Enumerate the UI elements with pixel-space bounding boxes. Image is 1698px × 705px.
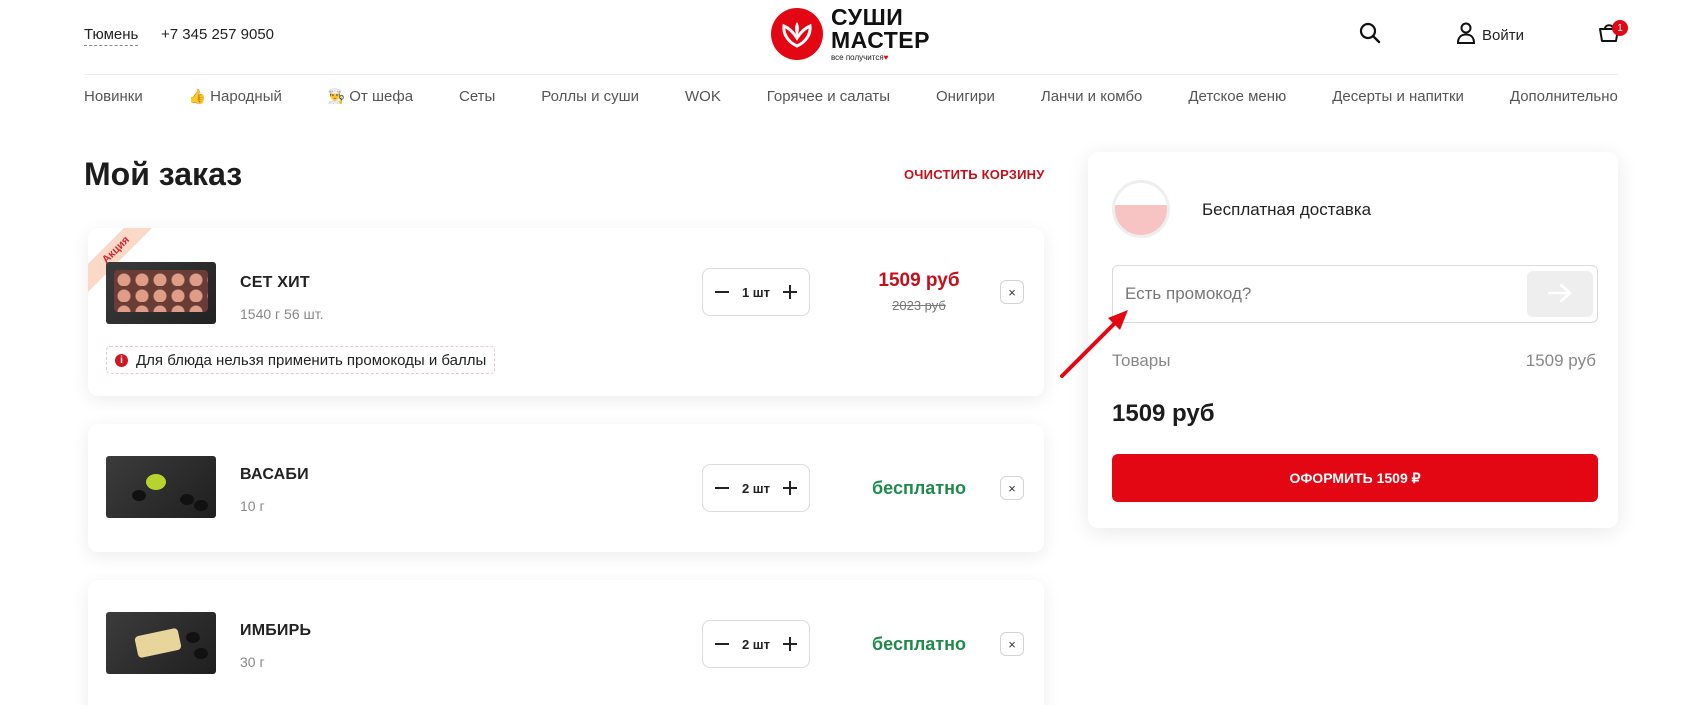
- remove-item-button[interactable]: ×: [1000, 632, 1024, 656]
- product-weight: 30 г: [240, 654, 265, 670]
- item-price: бесплатно: [872, 634, 966, 654]
- category-nav: Новинки 👍 Народный 👨‍🍳 От шефа Сеты Роллы …: [84, 88, 1618, 105]
- product-image[interactable]: [106, 262, 216, 324]
- nav-item-detskoe[interactable]: Детское меню: [1188, 88, 1286, 105]
- city-selector[interactable]: Тюмень: [84, 26, 139, 46]
- logo-line-1: СУШИ: [831, 4, 904, 30]
- product-image[interactable]: [106, 456, 216, 518]
- logo[interactable]: СУШИ МАСТЕР все получится♥: [771, 6, 931, 62]
- product-weight: 1540 г 56 шт.: [240, 306, 324, 322]
- logo-slogan: все получится♥: [831, 53, 889, 62]
- plus-icon[interactable]: [781, 635, 799, 653]
- checkout-button[interactable]: ОФОРМИТЬ 1509 ₽: [1112, 454, 1598, 502]
- order-total: 1509 руб: [1112, 400, 1215, 427]
- plus-icon[interactable]: [781, 283, 799, 301]
- delivery-label: Бесплатная доставка: [1202, 200, 1372, 219]
- nav-item-lanchi[interactable]: Ланчи и комбо: [1041, 88, 1143, 105]
- quantity-stepper: 1 шт: [702, 268, 810, 316]
- minus-icon[interactable]: [713, 283, 731, 301]
- chef-icon: 👨‍🍳: [327, 88, 346, 104]
- nav-item-goryachee[interactable]: Горячее и салаты: [767, 88, 890, 105]
- product-weight: 10 г: [240, 498, 265, 514]
- remove-item-button[interactable]: ×: [1000, 476, 1024, 500]
- delivery-progress-indicator: [1112, 180, 1170, 238]
- nav-item-dopolnitelno[interactable]: Дополнительно: [1510, 88, 1618, 105]
- phone-link[interactable]: +7 345 257 9050: [161, 26, 274, 43]
- quantity-stepper: 2 шт: [702, 620, 810, 668]
- plus-icon[interactable]: [781, 479, 799, 497]
- quantity-value: 2 шт: [741, 480, 771, 496]
- cart-item: Акция СЕТ ХИТ 1540 г 56 шт. 1 шт 1509 ру…: [88, 228, 1044, 396]
- page-title: Мой заказ: [84, 156, 243, 192]
- goods-value: 1509 руб: [1525, 351, 1596, 370]
- minus-icon[interactable]: [713, 635, 731, 653]
- search-icon[interactable]: [1359, 22, 1381, 49]
- quantity-value: 1 шт: [741, 284, 771, 300]
- cart-item: ИМБИРЬ 30 г 2 шт бесплатно ×: [88, 580, 1044, 705]
- nav-item-wok[interactable]: WOK: [685, 88, 721, 105]
- warning-icon: i: [115, 353, 128, 367]
- product-name[interactable]: ВАСАБИ: [240, 466, 309, 484]
- nav-item-novinki[interactable]: Новинки: [84, 88, 143, 105]
- order-summary: Бесплатная доставка Товары 1509 руб 1509…: [1088, 152, 1618, 528]
- nav-item-ot-shefa[interactable]: 👨‍🍳 От шефа: [328, 88, 413, 105]
- nav-item-rolly-i-sushi[interactable]: Роллы и суши: [541, 88, 639, 105]
- nav-item-narodny[interactable]: 👍 Народный: [189, 88, 282, 105]
- logo-emblem-icon: [771, 8, 823, 60]
- thumbs-up-icon: 👍: [188, 88, 207, 104]
- minus-icon[interactable]: [713, 479, 731, 497]
- quantity-value: 2 шт: [741, 636, 771, 652]
- warning-text: Для блюда нельзя применить промокоды и б…: [136, 351, 487, 369]
- nav-item-sety[interactable]: Сеты: [459, 88, 495, 105]
- item-old-price: 2023 руб: [892, 298, 946, 313]
- product-name[interactable]: ИМБИРЬ: [240, 622, 311, 640]
- annotation-arrow-icon: [1060, 310, 1128, 378]
- promo-code-input[interactable]: [1125, 266, 1515, 322]
- logo-line-2: МАСТЕР: [831, 27, 930, 53]
- clear-cart-button[interactable]: ОЧИСТИТЬ КОРЗИНУ: [904, 167, 1045, 182]
- item-price: бесплатно: [872, 478, 966, 498]
- header-divider: [84, 74, 1618, 75]
- nav-item-deserty[interactable]: Десерты и напитки: [1332, 88, 1464, 105]
- item-price: 1509 руб: [878, 270, 960, 291]
- promo-warning: i Для блюда нельзя применить промокоды и…: [106, 346, 496, 374]
- product-name[interactable]: СЕТ ХИТ: [240, 274, 310, 292]
- site-header: Тюмень +7 345 257 9050 СУШИ МАСТЕР все п…: [0, 0, 1698, 74]
- cart-item: ВАСАБИ 10 г 2 шт бесплатно ×: [88, 424, 1044, 552]
- promo-submit-button[interactable]: [1527, 271, 1593, 317]
- login-button[interactable]: Войти: [1456, 22, 1524, 49]
- product-image[interactable]: [106, 612, 216, 674]
- quantity-stepper: 2 шт: [702, 464, 810, 512]
- user-icon: [1456, 22, 1476, 49]
- nav-item-onigiri[interactable]: Онигири: [936, 88, 995, 105]
- remove-item-button[interactable]: ×: [1000, 280, 1024, 304]
- arrow-right-icon: [1547, 283, 1573, 306]
- cart-count-badge: 1: [1612, 20, 1628, 36]
- promo-code-box: [1112, 265, 1598, 323]
- login-label: Войти: [1482, 27, 1524, 44]
